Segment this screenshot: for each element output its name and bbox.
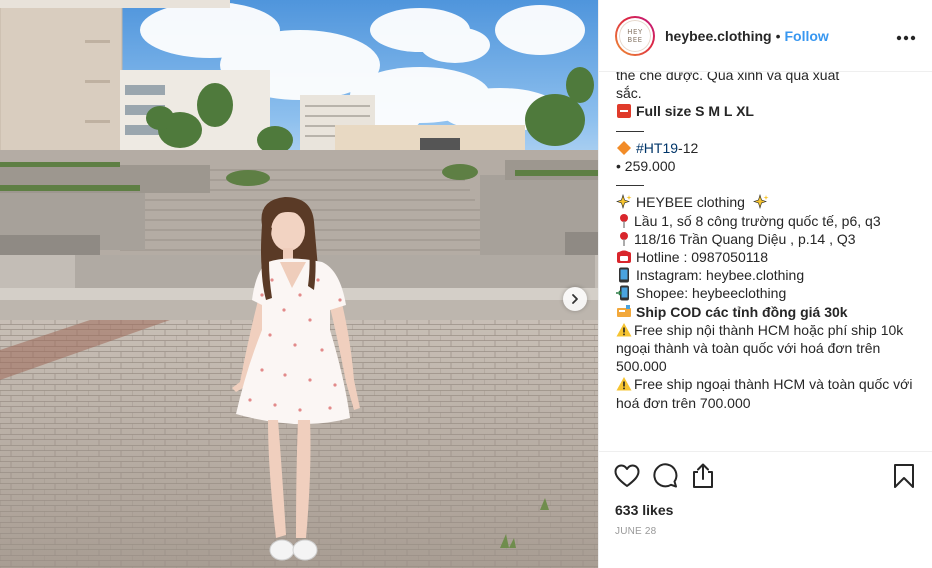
chevron-right-icon <box>572 294 578 304</box>
comment-icon <box>653 463 678 488</box>
telephone-icon <box>617 250 631 264</box>
share-icon <box>693 463 713 488</box>
shopee-text: Shopee: heybeeclothing <box>636 285 787 302</box>
follow-button[interactable]: Follow <box>784 28 828 44</box>
sizes-line: Full size S M L XL <box>616 102 916 120</box>
instagram-text: Instagram: heybee.clothing <box>636 267 805 284</box>
likes-count[interactable]: 633 likes <box>599 500 932 520</box>
share-button[interactable] <box>689 462 717 490</box>
action-icon-row <box>599 452 932 500</box>
orange-diamond-icon <box>617 140 631 155</box>
address-text: 118/16 Trần Quang Diệu , p.14 , Q3 <box>634 230 856 247</box>
post-header: HEY BEE heybee.clothing • Follow <box>599 0 932 72</box>
brand-text: HEYBEE clothing <box>636 194 745 211</box>
avatar-text-top: HEY <box>627 27 643 36</box>
pushpin-icon <box>620 231 628 246</box>
tag-icon <box>617 304 631 317</box>
avatar-logo: HEY BEE <box>617 17 653 54</box>
free-ship-line: Free ship nội thành HCM hoặc phí ship 10… <box>616 321 916 376</box>
instagram-line: Instagram: heybee.clothing <box>616 266 916 284</box>
more-dots-icon <box>896 35 916 41</box>
post-photo[interactable] <box>0 0 598 568</box>
username-link[interactable]: heybee.clothing <box>665 28 772 44</box>
post-date[interactable]: JUNE 28 <box>599 520 932 537</box>
ship-cod-line: Ship COD các tỉnh đồng giá 30k <box>616 303 916 321</box>
price-line: • 259.000 <box>616 158 676 175</box>
hashtag-suffix: -12 <box>678 139 699 156</box>
red-square-icon <box>617 104 631 119</box>
next-photo-button[interactable] <box>563 287 587 311</box>
save-button[interactable] <box>890 462 918 490</box>
caption-line: sắc. <box>616 85 642 102</box>
hashtag-line: #HT19-12 <box>616 139 916 157</box>
post-side-panel: HEY BEE heybee.clothing • Follow thể chế… <box>598 0 932 568</box>
divider: —— <box>616 121 644 138</box>
caption-text: thể chế được. Quá xinh và quá xuất sắc. … <box>616 72 916 412</box>
hotline-line: Hotline : 0987050118 <box>616 248 916 266</box>
like-button[interactable] <box>613 462 641 490</box>
hashtag-link[interactable]: #HT19 <box>636 140 678 156</box>
separator-dot: • <box>775 27 781 44</box>
sparkles-icon <box>752 194 769 210</box>
shopee-line: Shopee: heybeeclothing <box>616 284 916 302</box>
warning-icon <box>616 377 632 391</box>
mobile-phone-icon <box>619 267 629 283</box>
hotline-text: Hotline : 0987050118 <box>636 249 769 266</box>
pushpin-icon <box>620 213 628 228</box>
ship-cod-text: Ship COD các tỉnh đồng giá 30k <box>636 303 848 320</box>
post-actions: 633 likes JUNE 28 <box>599 451 932 537</box>
comment-button[interactable] <box>651 462 679 490</box>
address-line: Lầu 1, số 8 công trường quốc tế, p6, q3 <box>616 212 916 230</box>
bookmark-icon <box>894 464 914 488</box>
photo-scene <box>0 0 598 568</box>
free-ship-line: Free ship ngoại thành HCM và toàn quốc v… <box>616 375 916 411</box>
address-line: 118/16 Trần Quang Diệu , p.14 , Q3 <box>616 230 916 248</box>
free-ship-text: Free ship ngoại thành HCM và toàn quốc v… <box>616 376 913 411</box>
free-ship-text: Free ship nội thành HCM hoặc phí ship 10… <box>616 321 904 375</box>
more-options-button[interactable] <box>896 25 916 46</box>
divider: —— <box>616 176 644 193</box>
sizes-text: Full size S M L XL <box>636 103 754 120</box>
sparkles-icon <box>616 194 632 210</box>
heart-icon <box>614 464 640 487</box>
avatar[interactable]: HEY BEE <box>615 15 655 56</box>
address-text: Lầu 1, số 8 công trường quốc tế, p6, q3 <box>634 212 881 229</box>
mobile-arrow-icon <box>616 285 629 301</box>
avatar-text-bottom: BEE <box>627 35 643 44</box>
caption-line: thể chế được. Quá xinh và quá xuất <box>616 72 840 83</box>
warning-icon <box>616 322 632 337</box>
brand-line: HEYBEE clothing <box>616 193 916 211</box>
caption-scroll-area[interactable]: thể chế được. Quá xinh và quá xuất sắc. … <box>599 72 932 450</box>
